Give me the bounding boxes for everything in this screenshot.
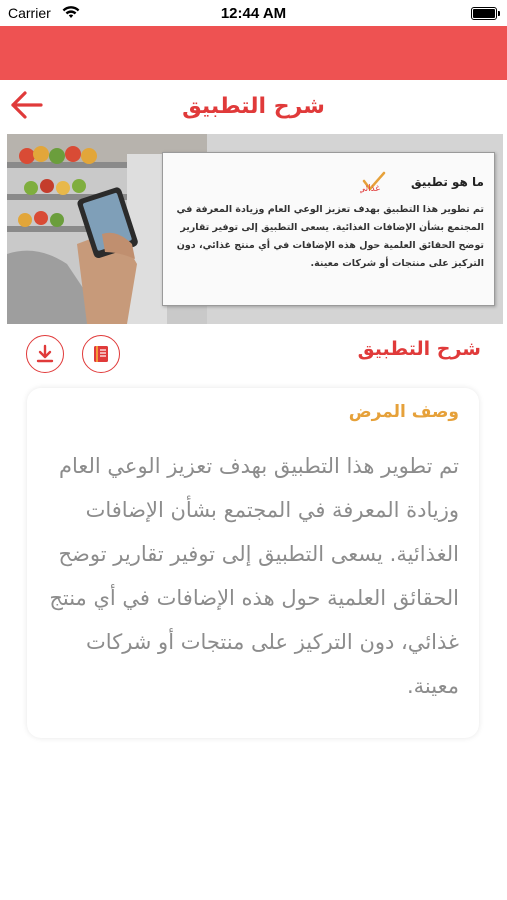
download-icon (36, 344, 54, 363)
logo-text: غذائي (360, 184, 380, 194)
description-title: وصف المرض (348, 402, 459, 422)
nav-bar: شرح التطبيق (0, 80, 507, 134)
page-title: شرح التطبيق (182, 94, 325, 119)
header-band (0, 26, 507, 80)
banner-image: ما هو تطبيق غذائي تم تطوير هذا التطبيق ب… (7, 134, 503, 324)
section-heading: شرح التطبيق (357, 338, 481, 360)
app-logo-icon: غذائي (360, 171, 386, 194)
description-card: وصف المرض تم تطوير هذا التطبيق بهدف تعزي… (27, 388, 479, 738)
book-button[interactable] (82, 335, 120, 373)
banner-info-card: ما هو تطبيق غذائي تم تطوير هذا التطبيق ب… (162, 152, 495, 306)
book-icon (94, 346, 108, 362)
description-body: تم تطوير هذا التطبيق بهدف تعزيز الوعي ال… (49, 454, 459, 698)
download-button[interactable] (26, 335, 64, 373)
status-bar: Carrier 12:44 AM (0, 0, 507, 26)
status-time: 12:44 AM (220, 5, 287, 22)
banner-card-body: تم تطوير هذا التطبيق بهدف تعزيز الوعي ال… (176, 203, 485, 269)
banner-card-title: ما هو تطبيق (411, 175, 484, 189)
battery-icon (471, 7, 500, 20)
